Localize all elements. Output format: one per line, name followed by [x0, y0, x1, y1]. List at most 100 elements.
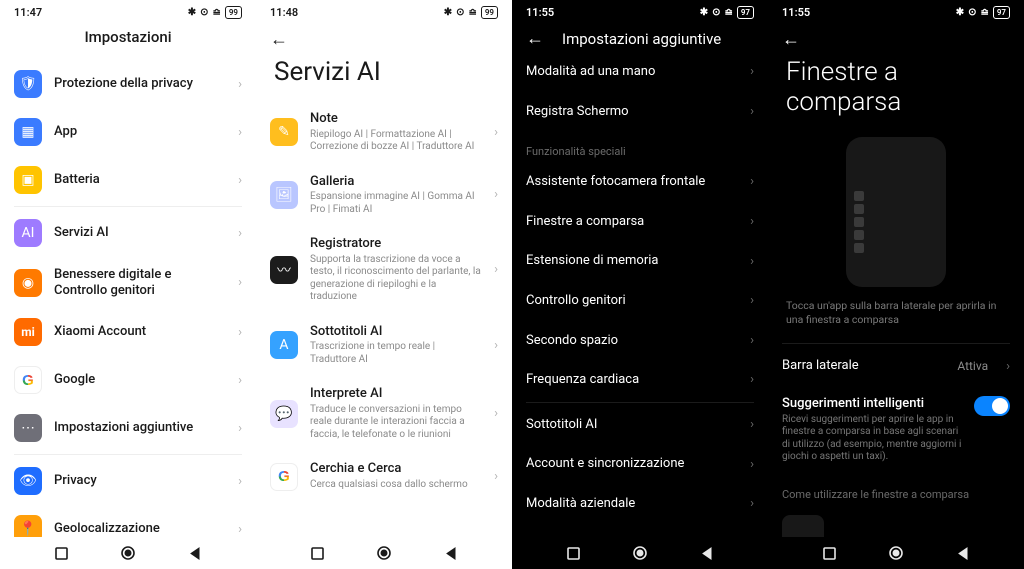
row-privacy-protection[interactable]: 🛡 Protezione della privacy › [0, 60, 256, 108]
row-ai-subtitles[interactable]: Sottotitoli AI › [512, 405, 768, 445]
row-parental-controls[interactable]: Controllo genitori › [512, 281, 768, 321]
divider [526, 402, 754, 403]
row-front-camera-assistant[interactable]: Assistente fotocamera frontale › [512, 162, 768, 202]
floating-content[interactable]: Tocca un'app sulla barra laterale per ap… [768, 131, 1024, 537]
row-one-hand[interactable]: Modalità ad una mano › [512, 52, 768, 92]
chevron-right-icon: › [750, 104, 754, 119]
chevron-right-icon: › [750, 496, 754, 511]
page-title: Impostazioni aggiuntive [562, 30, 721, 48]
row-gallery[interactable]: 🖼 Galleria Espansione immagine AI | Gomm… [256, 164, 512, 227]
row-second-space[interactable]: Secondo spazio › [512, 321, 768, 361]
row-battery[interactable]: ▣ Batteria › [0, 156, 256, 204]
row-memory-extension[interactable]: Estensione di memoria › [512, 241, 768, 281]
chevron-right-icon: › [494, 187, 498, 202]
nav-bar [256, 537, 512, 569]
back-button[interactable]: ← [526, 30, 544, 48]
row-apps[interactable]: ▦ App › [0, 108, 256, 156]
divider [782, 343, 1010, 344]
divider [14, 206, 242, 207]
row-digital-wellbeing[interactable]: ◉ Benessere digitale e Controllo genitor… [0, 257, 256, 308]
chevron-right-icon: › [238, 421, 242, 436]
nav-recent-button[interactable] [821, 545, 837, 561]
row-google[interactable]: G Google › [0, 356, 256, 404]
nav-back-button[interactable] [187, 545, 203, 561]
battery-icon: ▣ [14, 166, 42, 194]
chevron-right-icon: › [238, 125, 242, 140]
more-icon: ⋯ [14, 414, 42, 442]
battery-icon: 99 [225, 6, 242, 19]
google-icon: G [14, 366, 42, 394]
row-notes[interactable]: ✎ Note Riepilogo AI | Formattazione AI |… [256, 101, 512, 164]
page-title: Finestre a comparsa [768, 53, 1024, 131]
nav-home-button[interactable] [888, 545, 904, 561]
nav-recent-button[interactable] [53, 545, 69, 561]
nav-home-button[interactable] [632, 545, 648, 561]
row-account-sync[interactable]: Account e sincronizzazione › [512, 444, 768, 484]
chevron-right-icon: › [494, 262, 498, 277]
row-subtitles[interactable]: A Sottotitoli AI Trascrizione in tempo r… [256, 314, 512, 377]
page-title: Servizi AI [256, 53, 512, 101]
back-button[interactable]: ← [782, 29, 800, 50]
shield-icon: 🛡 [14, 70, 42, 98]
section-header-special: Funzionalità speciali [512, 131, 768, 162]
chevron-right-icon: › [1006, 359, 1010, 374]
row-floating-windows[interactable]: Finestre a comparsa › [512, 202, 768, 242]
chevron-right-icon: › [238, 275, 242, 290]
screen-floating-windows: 11:55 ✱ ⊙ ⪮ 97 ← Finestre a comparsa Toc… [768, 0, 1024, 569]
nav-bar [768, 537, 1024, 569]
chevron-right-icon: › [238, 373, 242, 388]
row-enterprise-mode[interactable]: Modalità aziendale › [512, 484, 768, 524]
nav-back-button[interactable] [443, 545, 459, 561]
row-privacy[interactable]: 👁 Privacy › [0, 457, 256, 505]
additional-list[interactable]: Modalità ad una mano › Registra Schermo … [512, 52, 768, 537]
row-ai-services[interactable]: AI Servizi AI › [0, 209, 256, 257]
status-bar: 11:55 ✱ ⊙ ⪮ 97 [768, 0, 1024, 22]
status-icons: ✱ ⊙ ⪮ 97 [956, 6, 1010, 19]
row-additional-settings[interactable]: ⋯ Impostazioni aggiuntive › [0, 404, 256, 452]
chevron-right-icon: › [238, 173, 242, 188]
chevron-right-icon: › [750, 333, 754, 348]
row-screen-record[interactable]: Registra Schermo › [512, 92, 768, 132]
bluetooth-icon: ✱ [188, 7, 196, 18]
gallery-icon: 🖼 [270, 181, 298, 209]
nav-recent-button[interactable] [309, 545, 325, 561]
status-icons: ✱ ⊙ ⪮ 99 [188, 6, 242, 19]
bluetooth-icon: ✱ [956, 7, 964, 18]
wifi-icon: ⪮ [212, 7, 220, 18]
back-button[interactable]: ← [270, 29, 288, 50]
alarm-icon: ⊙ [200, 7, 208, 18]
wellbeing-icon: ◉ [14, 269, 42, 297]
screen-ai-services: 11:48 ✱ ⊙ ⪮ 99 ← Servizi AI ✎ Note Riepi… [256, 0, 512, 569]
row-smart-suggestions[interactable]: Suggerimenti intelligenti Ricevi suggeri… [768, 386, 1024, 474]
status-icons: ✱ ⊙ ⪮ 99 [444, 6, 498, 19]
header-row: ← Impostazioni aggiuntive [512, 22, 768, 52]
settings-list[interactable]: 🛡 Protezione della privacy › ▦ App › ▣ B… [0, 60, 256, 537]
google-icon: G [270, 463, 298, 491]
nav-home-button[interactable] [120, 545, 136, 561]
ai-list[interactable]: ✎ Note Riepilogo AI | Formattazione AI |… [256, 101, 512, 537]
alarm-icon: ⊙ [968, 7, 976, 18]
sidebar-illustration [768, 131, 1024, 299]
sidebar-value: Attiva [957, 359, 988, 373]
smart-suggestions-toggle[interactable] [974, 396, 1010, 416]
screen-additional-settings: 11:55 ✱ ⊙ ⪮ 97 ← Impostazioni aggiuntive… [512, 0, 768, 569]
nav-recent-button[interactable] [565, 545, 581, 561]
row-xiaomi-account[interactable]: mi Xiaomi Account › [0, 308, 256, 356]
nav-back-button[interactable] [699, 545, 715, 561]
chevron-right-icon: › [750, 417, 754, 432]
bluetooth-icon: ✱ [444, 7, 452, 18]
row-howto-open[interactable]: Apertura delle finestre a [768, 505, 1024, 537]
row-heart-rate[interactable]: Frequenza cardiaca › [512, 360, 768, 400]
bluetooth-icon: ✱ [700, 7, 708, 18]
row-interpreter[interactable]: 💬 Interprete AI Traduce le conversazioni… [256, 376, 512, 451]
row-circle-search[interactable]: G Cerchia e Cerca Cerca qualsiasi cosa d… [256, 451, 512, 501]
nav-back-button[interactable] [955, 545, 971, 561]
row-recorder[interactable]: 〰 Registratore Supporta la trascrizione … [256, 226, 512, 314]
clock: 11:48 [270, 6, 298, 19]
screen-settings: 11:47 ✱ ⊙ ⪮ 99 Impostazioni 🛡 Protezione… [0, 0, 256, 569]
nav-home-button[interactable] [376, 545, 392, 561]
chevron-right-icon: › [238, 474, 242, 489]
row-sidebar[interactable]: Barra laterale Attiva › [768, 346, 1024, 386]
location-icon: 📍 [14, 515, 42, 537]
row-location[interactable]: 📍 Geolocalizzazione › [0, 505, 256, 537]
